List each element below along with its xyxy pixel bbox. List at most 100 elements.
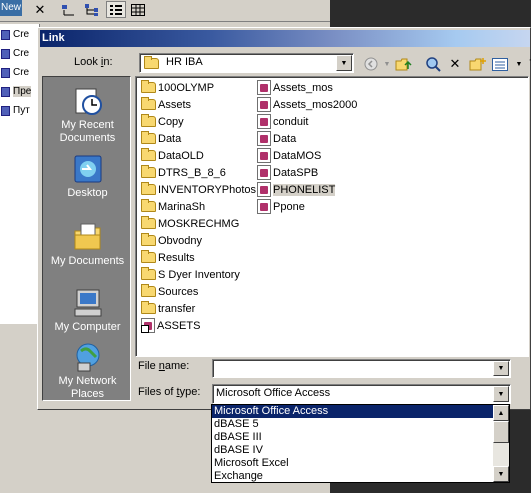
access-shortcut-icon: [141, 318, 155, 333]
folder-icon: [141, 199, 156, 212]
desktop-icon: [72, 153, 104, 185]
file-item[interactable]: conduit: [257, 113, 308, 130]
recent-documents-icon: [72, 85, 104, 117]
place-my-recent-documents[interactable]: My Recent Documents: [43, 85, 132, 145]
access-database-icon: [257, 131, 271, 146]
chevron-down-icon[interactable]: ▼: [336, 55, 352, 71]
folder-item[interactable]: Assets: [141, 96, 191, 113]
access-database-icon: [257, 80, 271, 95]
delete-icon[interactable]: ✕: [444, 54, 466, 74]
folder-icon: [144, 56, 159, 69]
new-folder-icon[interactable]: [467, 54, 489, 74]
folder-icon: [141, 131, 156, 144]
list-item[interactable]: Cre: [0, 26, 39, 43]
type-option[interactable]: dBASE III: [212, 431, 509, 444]
object-icon: [1, 67, 10, 78]
folder-item[interactable]: INVENTORYPhotos: [141, 181, 256, 198]
file-list[interactable]: 100OLYMP Assets Copy Data DataOLD DTRS_B…: [135, 76, 529, 357]
folder-item[interactable]: S Dyer Inventory: [141, 266, 240, 283]
type-option[interactable]: dBASE IV: [212, 444, 509, 457]
files-of-type-label: Files of type:: [138, 386, 201, 398]
access-database-icon: [257, 97, 271, 112]
chevron-down-icon[interactable]: ▼: [493, 361, 509, 376]
files-of-type-dropdown[interactable]: Microsoft Office Access ▼: [212, 384, 511, 404]
details-view-icon[interactable]: [128, 1, 148, 18]
access-database-icon: [257, 182, 271, 197]
list-view-icon[interactable]: [106, 1, 126, 18]
folder-item[interactable]: Data: [141, 130, 181, 147]
type-option[interactable]: Microsoft Excel: [212, 457, 509, 470]
list-item[interactable]: Пре: [0, 83, 39, 100]
folder-item[interactable]: MarinaSh: [141, 198, 205, 215]
network-places-icon: [72, 341, 104, 373]
folder-item[interactable]: Obvodny: [141, 232, 202, 249]
new-button[interactable]: New: [0, 0, 22, 16]
folder-item[interactable]: DataOLD: [141, 147, 204, 164]
folder-icon: [141, 148, 156, 161]
folder-item[interactable]: Sources: [141, 283, 198, 300]
scroll-thumb[interactable]: [493, 421, 509, 443]
folder-icon: [141, 165, 156, 178]
place-my-documents[interactable]: My Documents: [43, 221, 132, 268]
access-database-icon: [257, 199, 271, 214]
folder-item[interactable]: DTRS_B_8_6: [141, 164, 226, 181]
up-one-level-icon[interactable]: [393, 54, 415, 74]
folder-icon: [141, 216, 156, 229]
folder-icon: [141, 233, 156, 246]
delete-icon[interactable]: ✕: [30, 1, 50, 18]
file-item[interactable]: Data: [257, 130, 296, 147]
type-option[interactable]: Exchange: [212, 470, 509, 482]
place-desktop[interactable]: Desktop: [43, 153, 132, 200]
folder-item[interactable]: Copy: [141, 113, 184, 130]
place-my-computer[interactable]: My Computer: [43, 287, 132, 334]
search-web-icon[interactable]: [422, 54, 444, 74]
link-dialog: Link Look in: HR IBA ▼ ▼ ✕ ▼ T My Recent…: [37, 27, 531, 410]
folder-icon: [141, 284, 156, 297]
tree-icon[interactable]: [82, 1, 102, 18]
places-bar: My Recent Documents Desktop My Documents…: [42, 76, 131, 401]
file-item[interactable]: Assets_mos: [257, 79, 333, 96]
dialog-title: Link: [40, 30, 530, 47]
folder-item[interactable]: 100OLYMP: [141, 79, 214, 96]
file-item[interactable]: DataSPB: [257, 164, 318, 181]
object-icon: [1, 48, 10, 59]
file-name-label: File name:: [138, 360, 190, 372]
object-icon: [1, 86, 10, 97]
file-item[interactable]: DataMOS: [257, 147, 321, 164]
my-computer-icon: [72, 287, 104, 319]
place-my-network-places[interactable]: My Network Places: [43, 341, 132, 401]
type-option[interactable]: Microsoft Office Access: [212, 405, 509, 418]
folder-icon: [141, 267, 156, 280]
type-option[interactable]: dBASE 5: [212, 418, 509, 431]
folder-icon: [141, 97, 156, 110]
sort-icon[interactable]: [58, 1, 78, 18]
folder-item[interactable]: transfer: [141, 300, 195, 317]
tools-button[interactable]: T: [522, 54, 531, 74]
folder-icon: [141, 301, 156, 314]
background-toolbar: New ✕: [0, 0, 330, 22]
my-documents-icon: [72, 221, 104, 253]
folder-icon: [141, 114, 156, 127]
file-item[interactable]: Assets_mos2000: [257, 96, 357, 113]
look-in-dropdown[interactable]: HR IBA ▼: [139, 53, 354, 73]
file-item[interactable]: PHONELIST: [257, 181, 336, 198]
scroll-up-icon[interactable]: ▲: [493, 405, 509, 421]
object-icon: [1, 29, 10, 40]
folder-icon: [141, 80, 156, 93]
background-object-list: Cre Cre Cre Пре Пут: [0, 24, 40, 324]
scroll-down-icon[interactable]: ▼: [493, 466, 509, 482]
look-in-label: Look in:: [74, 56, 113, 68]
file-item[interactable]: ASSETS: [141, 317, 200, 334]
file-name-input[interactable]: ▼: [212, 359, 511, 378]
folder-item[interactable]: Results: [141, 249, 195, 266]
folder-icon: [141, 250, 156, 263]
list-item[interactable]: Пут: [0, 102, 39, 119]
chevron-down-icon[interactable]: ▼: [493, 386, 509, 402]
file-item[interactable]: Ppone: [257, 198, 305, 215]
files-of-type-options[interactable]: Microsoft Office Access dBASE 5 dBASE II…: [211, 404, 510, 483]
access-database-icon: [257, 165, 271, 180]
folder-item[interactable]: MOSKRECHMG: [141, 215, 239, 232]
vertical-scrollbar[interactable]: ▲ ▼: [493, 405, 509, 482]
list-item[interactable]: Cre: [0, 45, 39, 62]
list-item[interactable]: Cre: [0, 64, 39, 81]
